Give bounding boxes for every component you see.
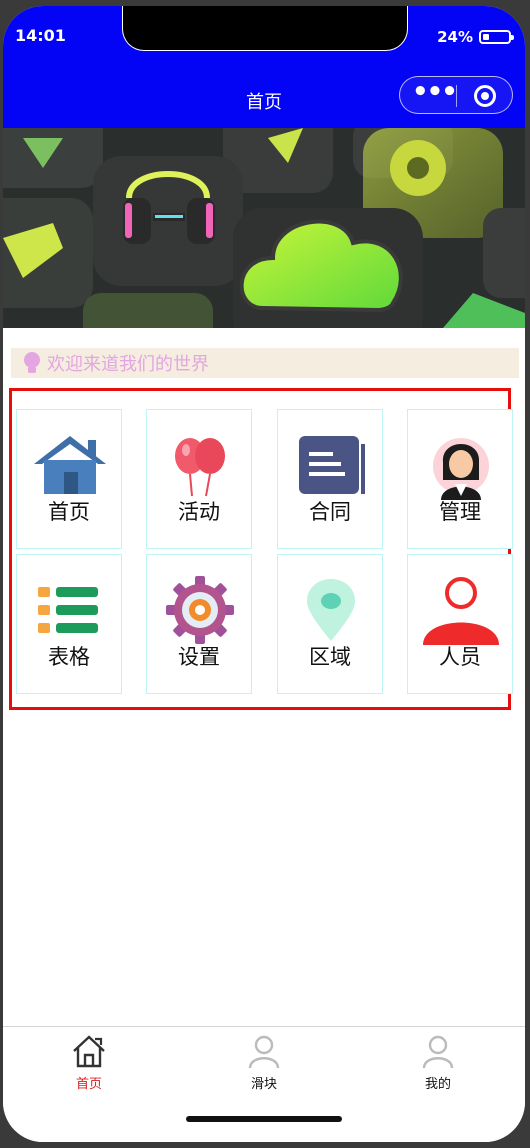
battery-icon xyxy=(479,30,514,44)
grid-item-label: 活动 xyxy=(178,500,220,524)
grid-item-settings[interactable]: 设置 xyxy=(146,554,252,694)
manager-avatar-icon xyxy=(433,438,489,500)
grid-item-label: 设置 xyxy=(178,645,220,669)
grid-item-activity[interactable]: 活动 xyxy=(146,409,252,549)
battery-status: 24% xyxy=(437,28,514,46)
grid-item-home[interactable]: 首页 xyxy=(16,409,122,549)
grid-item-region[interactable]: 区域 xyxy=(277,554,383,694)
grid-item-management[interactable]: 管理 xyxy=(407,409,513,549)
tab-label: 滑块 xyxy=(250,1077,277,1092)
lightbulb-icon xyxy=(24,352,40,373)
close-circle-icon[interactable] xyxy=(474,85,496,107)
home-indicator[interactable] xyxy=(186,1116,342,1122)
banner-image xyxy=(3,128,525,328)
balloons-icon xyxy=(175,438,225,497)
grid-item-label: 合同 xyxy=(309,500,351,524)
location-pin-icon xyxy=(307,579,355,641)
house-icon xyxy=(34,436,106,494)
grid-item-table[interactable]: 表格 xyxy=(16,554,122,694)
tab-mine[interactable]: 我的 xyxy=(378,1033,498,1092)
tab-label: 我的 xyxy=(424,1077,451,1092)
tab-bar: 首页 滑块 我的 xyxy=(3,1026,525,1142)
grid-item-label: 首页 xyxy=(48,500,90,524)
grid-item-label: 区域 xyxy=(309,645,351,669)
grid-item-label: 管理 xyxy=(439,500,481,524)
gear-icon xyxy=(166,576,234,644)
status-time: 14:01 xyxy=(15,26,66,45)
tab-label: 首页 xyxy=(75,1077,102,1092)
phone-screen: 14:01 24% 首页 ••• 欢迎来道我们的世界 首页 活动 合同 管理 表… xyxy=(3,6,525,1142)
user-icon xyxy=(248,1035,280,1069)
tab-home[interactable]: 首页 xyxy=(29,1033,149,1092)
miniprogram-capsule: ••• xyxy=(399,76,513,114)
user-icon xyxy=(422,1035,454,1069)
banner-swiper[interactable] xyxy=(3,128,525,328)
tab-slider[interactable]: 滑块 xyxy=(204,1033,324,1092)
notice-text: 欢迎来道我们的世界 xyxy=(47,354,209,375)
grid-item-personnel[interactable]: 人员 xyxy=(407,554,513,694)
person-icon xyxy=(423,577,499,645)
navigation-bar: 14:01 24% 首页 ••• xyxy=(3,6,525,128)
capsule-divider xyxy=(456,85,457,107)
battery-percent: 24% xyxy=(437,28,473,46)
list-table-icon xyxy=(38,587,98,633)
home-icon xyxy=(73,1035,105,1068)
grid-item-label: 表格 xyxy=(48,645,90,669)
notice-bar: 欢迎来道我们的世界 xyxy=(11,348,519,378)
notch xyxy=(122,6,408,51)
grid-item-label: 人员 xyxy=(439,645,481,669)
document-icon xyxy=(299,436,365,494)
more-dots-icon[interactable]: ••• xyxy=(412,79,458,107)
grid-item-contract[interactable]: 合同 xyxy=(277,409,383,549)
